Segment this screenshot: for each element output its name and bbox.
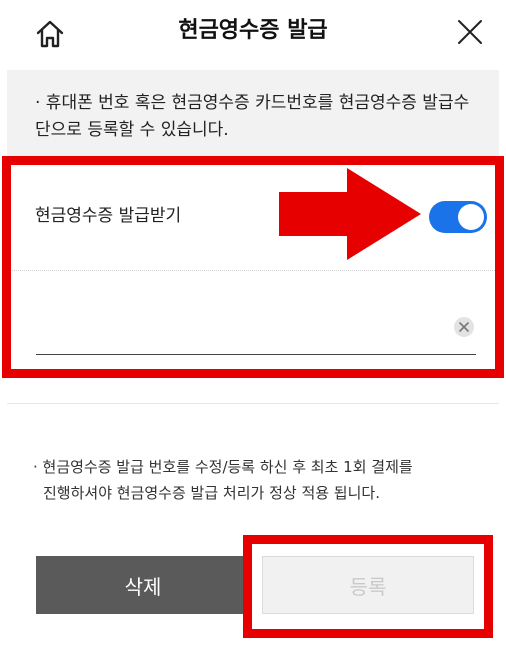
delete-button[interactable]: 삭제	[36, 556, 250, 614]
divider	[7, 270, 499, 271]
divider	[7, 403, 499, 404]
info-line-1: · 현금영수증 발급 번호를 수정/등록 하신 후 최초 1회 결제를	[33, 458, 413, 476]
notice-text: · 휴대폰 번호 혹은 현금영수증 카드번호를 현금영수증 발급수단으로 등록할…	[35, 93, 470, 140]
notice-box: · 휴대폰 번호 혹은 현금영수증 카드번호를 현금영수증 발급수단으로 등록할…	[7, 70, 499, 156]
header: 현금영수증 발급	[0, 0, 506, 66]
receipt-number-field-wrap	[36, 300, 476, 355]
cash-receipt-toggle-row: 현금영수증 발급받기	[7, 160, 499, 270]
toggle-label: 현금영수증 발급받기	[35, 206, 182, 226]
receipt-number-input[interactable]	[36, 310, 440, 348]
clear-input-button[interactable]	[454, 317, 474, 337]
arrow-right-icon	[279, 168, 421, 260]
clear-icon	[459, 322, 469, 332]
register-button[interactable]: 등록	[262, 556, 474, 614]
close-button[interactable]	[450, 12, 490, 52]
info-line-2: 진행하셔야 현금영수증 발급 처리가 정상 적용 됩니다.	[43, 484, 380, 502]
info-text: · 현금영수증 발급 번호를 수정/등록 하신 후 최초 1회 결제를 진행하셔…	[33, 454, 483, 506]
cash-receipt-toggle[interactable]	[429, 201, 487, 233]
toggle-knob	[458, 204, 484, 230]
page-title: 현금영수증 발급	[178, 18, 328, 43]
close-icon	[458, 20, 482, 44]
